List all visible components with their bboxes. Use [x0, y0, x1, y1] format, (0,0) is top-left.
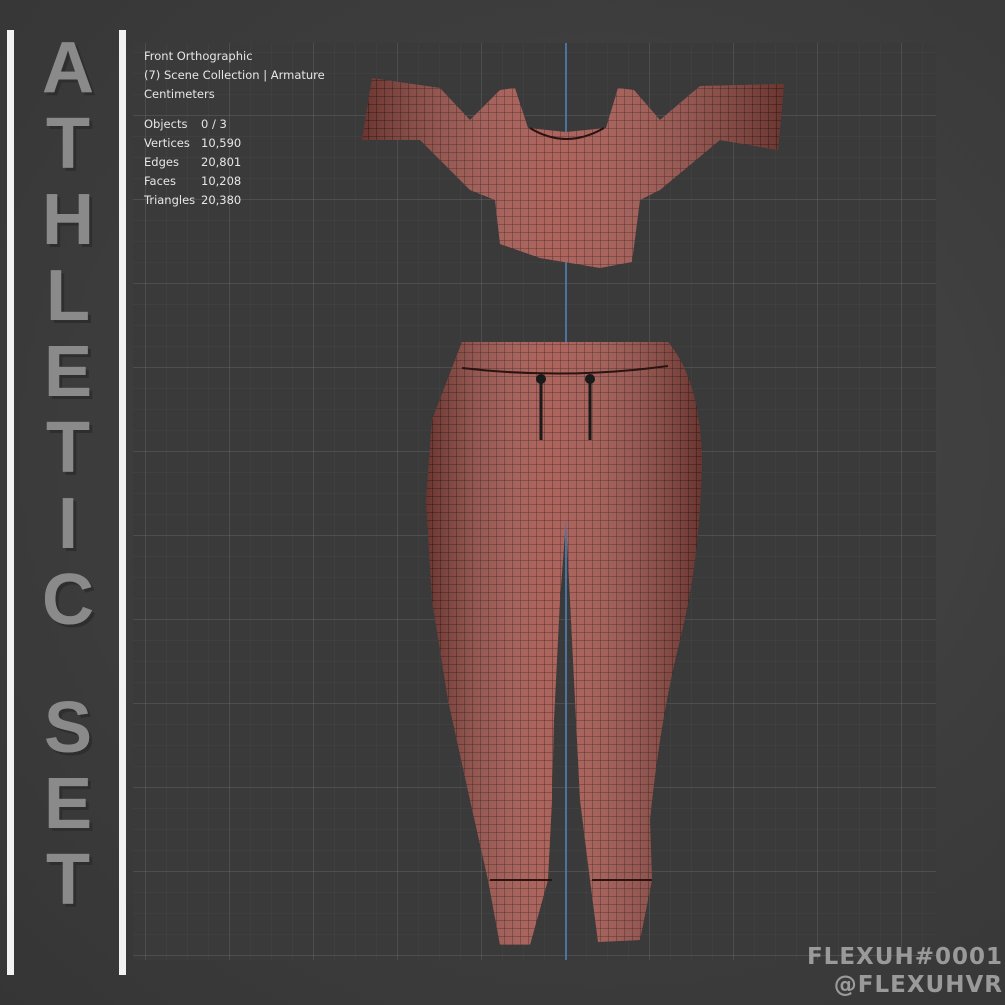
crop-top-mesh[interactable]	[362, 78, 784, 268]
stat-label: Triangles	[144, 193, 196, 207]
jogger-pants-mesh[interactable]	[426, 342, 702, 945]
stat-row: Vertices 10,590	[144, 134, 325, 153]
stat-label: Objects	[144, 117, 188, 131]
collection-path: (7) Scene Collection | Armature	[144, 68, 325, 82]
viewport-info-overlay: Front Orthographic (7) Scene Collection …	[144, 47, 325, 210]
stat-label: Edges	[144, 155, 179, 169]
stat-label: Faces	[144, 174, 176, 188]
stat-value: 0 / 3	[201, 117, 227, 131]
stat-value: 10,590	[201, 136, 242, 150]
stat-row: Objects 0 / 3	[144, 115, 325, 134]
stat-label: Vertices	[144, 136, 190, 150]
stat-value: 20,380	[201, 193, 242, 207]
stat-value: 10,208	[201, 174, 242, 188]
view-name: Front Orthographic	[144, 49, 253, 63]
units-label: Centimeters	[144, 87, 215, 101]
stat-value: 20,801	[201, 155, 242, 169]
stat-row: Edges 20,801	[144, 153, 325, 172]
watermark-handle: @FLEXUHVR	[833, 972, 1003, 998]
stat-row: Triangles 20,380	[144, 191, 325, 210]
stat-row: Faces 10,208	[144, 172, 325, 191]
watermark-id: FLEXUH#0001	[806, 944, 1003, 970]
